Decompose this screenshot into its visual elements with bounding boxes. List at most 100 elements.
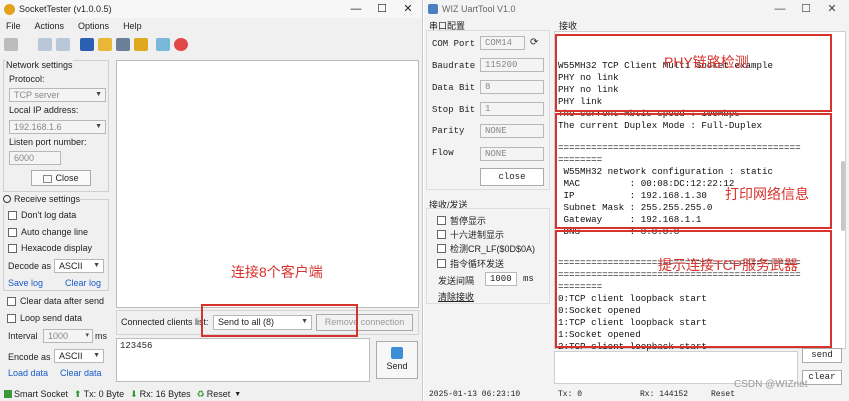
menu-actions[interactable]: Actions <box>35 21 65 31</box>
receive-settings-title: Receive settings <box>3 194 81 204</box>
chevron-down-icon: ▼ <box>93 352 100 359</box>
pause-display-checkbox[interactable]: 暂停显示 <box>437 214 486 227</box>
interval-field[interactable]: 1000 ▾ <box>43 329 93 343</box>
send-interval-field[interactable]: 1000 <box>485 272 517 286</box>
maximize-button[interactable]: ☐ <box>793 0 819 18</box>
phy-highlight <box>555 34 832 112</box>
network-settings-title: Network settings <box>6 60 73 70</box>
copy-icon[interactable] <box>56 38 70 51</box>
port-field[interactable]: 6000 <box>9 151 61 165</box>
baudrate-select[interactable]: 115200 <box>480 58 544 72</box>
close-icon <box>43 174 53 183</box>
stepper-icon: ▾ <box>85 332 89 339</box>
port-label: Listen port number: <box>9 137 87 147</box>
dont-log-checkbox[interactable]: Don't log data <box>8 210 76 220</box>
doc-icon[interactable] <box>38 38 52 51</box>
send-button[interactable]: Send <box>376 341 418 379</box>
app-icon <box>4 3 15 15</box>
help-lifebuoy-icon[interactable] <box>174 38 188 51</box>
reset-dropdown-icon[interactable]: ▼ <box>234 391 241 398</box>
toolbar <box>0 35 422 55</box>
loop-send-checkbox[interactable]: Loop send data <box>7 313 82 323</box>
radio-icon[interactable] <box>3 195 11 203</box>
close-window-button[interactable]: ✕ <box>819 0 845 18</box>
status-tx: Tx: 0 <box>558 389 583 399</box>
sockettester-window: SocketTester (v1.0.0.5) — ☐ ✕ File Actio… <box>0 0 423 401</box>
loop-send-checkbox[interactable]: 指令循环发送 <box>437 257 504 270</box>
stop-bit-select[interactable]: 1 <box>480 102 544 116</box>
data-bit-select[interactable]: 8 <box>480 80 544 94</box>
clear-brush-icon[interactable] <box>134 38 148 51</box>
load-data-link[interactable]: Load data <box>8 368 48 378</box>
annotation-netinfo: 打印网络信息 <box>725 186 809 202</box>
netinfo-highlight <box>555 113 832 229</box>
com-port-label: COM Port <box>432 39 476 49</box>
title-bar[interactable]: WIZ UartTool V1.0 — ☐ ✕ <box>424 0 849 18</box>
clear-log-link[interactable]: Clear log <box>65 278 101 288</box>
protocol-select[interactable]: TCP server ▼ <box>9 88 106 102</box>
tx-arrow-icon: ⬆ <box>74 388 82 399</box>
annotation-clients: 连接8个客户端 <box>231 264 323 280</box>
menu-options[interactable]: Options <box>78 21 109 31</box>
protocol-label: Protocol: <box>9 74 45 84</box>
app-icon <box>428 4 438 14</box>
ip-select[interactable]: 192.168.1.6 ▼ <box>9 120 106 134</box>
send-input[interactable]: 123456 <box>116 338 370 382</box>
refresh-icon[interactable]: ⟳ <box>530 37 538 48</box>
close-port-button[interactable]: close <box>480 168 544 186</box>
save-icon[interactable] <box>80 38 94 51</box>
decode-select[interactable]: ASCII ▼ <box>54 259 104 273</box>
send-button[interactable]: send <box>802 348 842 363</box>
menu-help[interactable]: Help <box>123 21 142 31</box>
status-reset[interactable]: Reset <box>711 390 735 399</box>
clear-receive-link[interactable]: 清除接收 <box>438 290 474 303</box>
auto-change-line-checkbox[interactable]: Auto change line <box>8 227 88 237</box>
save-log-link[interactable]: Save log <box>8 278 43 288</box>
print-icon[interactable] <box>116 38 130 51</box>
ip-label: Local IP address: <box>9 105 79 115</box>
status-rx: Rx: 144152 <box>640 389 689 399</box>
network-settings-group: Network settings Protocol: TCP server ▼ L… <box>3 60 109 192</box>
data-bit-label: Data Bit <box>432 83 476 93</box>
annotation-phy: PHY链路检测 <box>664 54 749 70</box>
clear-button[interactable]: clear <box>802 370 842 385</box>
minimize-button[interactable]: — <box>343 0 369 18</box>
com-port-select[interactable]: COM14 <box>480 36 525 50</box>
status-tx: Tx: 0 Byte <box>83 389 125 399</box>
folder-icon[interactable] <box>98 38 112 51</box>
chevron-down-icon: ▼ <box>95 91 102 98</box>
window-title: WIZ UartTool V1.0 <box>442 4 516 14</box>
window-title: SocketTester (v1.0.0.5) <box>19 4 112 14</box>
flask-icon[interactable] <box>156 38 170 51</box>
encode-select[interactable]: ASCII ▼ <box>54 349 104 363</box>
hex-display-checkbox[interactable]: Hexacode display <box>8 243 92 253</box>
baudrate-label: Baudrate <box>432 61 476 71</box>
stop-bit-label: Stop Bit <box>432 105 476 115</box>
open-icon[interactable] <box>4 38 18 51</box>
status-reset[interactable]: Reset <box>207 389 231 399</box>
send-settings-group: Clear data after send Loop send data Int… <box>3 293 109 381</box>
interval-label: Interval <box>8 331 38 341</box>
hex-display-checkbox[interactable]: 十六进制显示 <box>437 228 504 241</box>
decode-label: Decode as <box>8 261 52 271</box>
encode-label: Encode as <box>8 352 51 362</box>
send-interval-unit: ms <box>523 274 534 284</box>
flow-select[interactable]: NONE <box>480 147 544 161</box>
parity-select[interactable]: NONE <box>480 124 544 138</box>
minimize-button[interactable]: — <box>767 0 793 18</box>
menu-file[interactable]: File <box>6 21 21 31</box>
annotation-tcp: 提示连接TCP服务武器 <box>658 257 798 273</box>
maximize-button[interactable]: ☐ <box>369 0 395 18</box>
chevron-down-icon: ▼ <box>95 123 102 130</box>
status-bar: Smart Socket ⬆ Tx: 0 Byte ⬇ Rx: 16 Bytes… <box>0 387 422 401</box>
clients-highlight <box>201 304 358 337</box>
status-mode: Smart Socket <box>14 389 69 399</box>
clear-data-link[interactable]: Clear data <box>60 368 102 378</box>
title-bar[interactable]: SocketTester (v1.0.0.5) — ☐ ✕ <box>0 0 422 18</box>
detect-crlf-checkbox[interactable]: 检测CR_LF($0D$0A) <box>437 242 535 255</box>
clear-after-send-checkbox[interactable]: Clear data after send <box>7 296 104 306</box>
status-time: 2025-01-13 06:23:10 <box>429 389 521 399</box>
close-socket-button[interactable]: Close <box>31 170 91 186</box>
receive-scrollbar[interactable] <box>841 161 845 231</box>
close-window-button[interactable]: ✕ <box>395 0 421 18</box>
